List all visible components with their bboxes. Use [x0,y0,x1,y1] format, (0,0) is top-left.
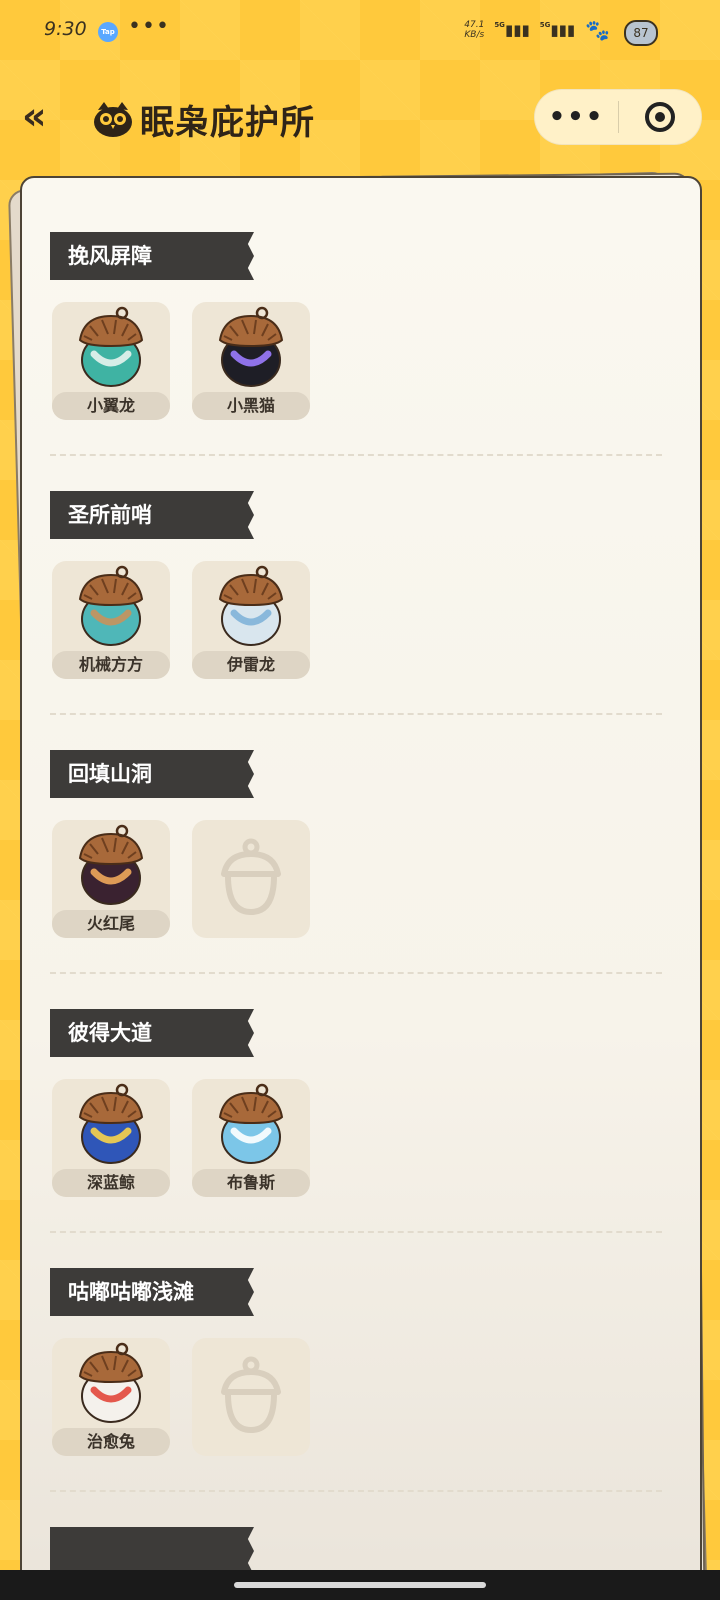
section-divider [50,454,662,456]
target-circle-icon [644,102,675,132]
pet-slot[interactable]: 机械方方 [52,561,170,679]
signal-icon: 5G▮▮▮ [539,21,576,39]
miniprogram-capsule: ••• [534,89,702,145]
more-dots-icon: ••• [548,102,605,132]
section-divider [50,972,662,974]
habitat-section: 挽风屏障小翼龙 小黑猫 [50,232,670,432]
acorn-pet-icon [218,1083,284,1164]
habitat-section: 圣所前哨机械方方 伊雷龙 [50,491,670,691]
habitat-title: 彼得大道 [50,1009,254,1057]
network-speed: 47.1 KB/s [464,20,485,40]
owl-icon [94,102,132,137]
empty-pet-slot[interactable] [192,1338,310,1456]
habitat-title: 回填山洞 [50,750,254,798]
empty-acorn-icon [221,838,281,916]
status-more-dots: ••• [128,14,170,39]
signal-icon: 5G▮▮▮ [494,21,530,39]
acorn-pet-icon [218,306,284,387]
pet-name: 伊雷龙 [192,651,310,679]
empty-pet-slot[interactable] [192,820,310,938]
section-divider [50,1231,662,1233]
habitat-title: 咕嘟咕嘟浅滩 [50,1268,254,1316]
close-miniprogram-button[interactable] [619,89,701,145]
status-time: 9:30 [44,18,87,40]
section-divider [50,1490,662,1492]
battery-icon: 87 [624,20,658,46]
tap-app-icon: Tap [98,22,118,42]
pet-name: 治愈兔 [52,1428,170,1456]
empty-acorn-icon [221,1356,281,1434]
pet-slot[interactable]: 小黑猫 [192,302,310,420]
pet-slot[interactable]: 伊雷龙 [192,561,310,679]
habitat-title: 圣所前哨 [50,491,254,539]
section-divider [50,713,662,715]
pet-name: 布鲁斯 [192,1169,310,1197]
home-indicator[interactable] [234,1582,486,1588]
back-button[interactable]: « [22,97,66,138]
pet-name: 深蓝鲸 [52,1169,170,1197]
pet-slot[interactable]: 火红尾 [52,820,170,938]
page-title: 眠枭庇护所 [140,103,315,143]
pet-slot[interactable]: 治愈兔 [52,1338,170,1456]
pet-slot[interactable]: 深蓝鲸 [52,1079,170,1197]
paw-icon: 🐾 [585,18,610,42]
habitat-title-partial [50,1527,254,1575]
habitat-section: 咕嘟咕嘟浅滩 治愈兔 [50,1268,670,1468]
acorn-pet-icon [218,565,284,646]
acorn-pet-icon [78,824,144,905]
acorn-pet-icon [78,1083,144,1164]
acorn-pet-icon [78,1342,144,1423]
pet-name: 小黑猫 [192,392,310,420]
pet-name: 火红尾 [52,910,170,938]
pet-slot[interactable]: 布鲁斯 [192,1079,310,1197]
habitat-section: 彼得大道深蓝鲸 布鲁斯 [50,1009,670,1209]
pet-name: 机械方方 [52,651,170,679]
acorn-pet-icon [78,565,144,646]
pet-name: 小翼龙 [52,392,170,420]
double-chevron-left-icon: « [22,94,46,138]
acorn-pet-icon [78,306,144,387]
status-bar: 9:30 Tap ••• 47.1 KB/s 5G▮▮▮ 5G▮▮▮ 🐾 87 [0,0,720,64]
pet-slot[interactable]: 小翼龙 [52,302,170,420]
more-button[interactable]: ••• [535,89,618,145]
habitat-title: 挽风屏障 [50,232,254,280]
habitat-section: 回填山洞 火红尾 [50,750,670,950]
sanctuary-panel: 挽风屏障小翼龙 小黑猫圣所前哨机械方方 伊雷龙回填山洞火红尾彼得大道深蓝鲸 布鲁斯咕嘟… [20,176,702,1600]
